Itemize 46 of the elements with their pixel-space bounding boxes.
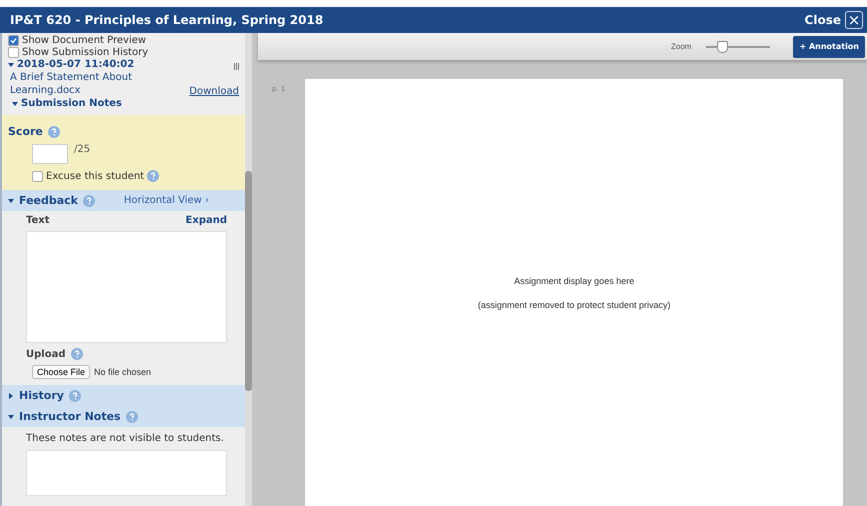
grip-icon <box>234 63 239 70</box>
caret-down-icon <box>8 414 14 420</box>
window-title: IP&T 620 - Principles of Learning, Spring 2018 <box>10 13 324 27</box>
upload-label: Upload <box>26 348 66 360</box>
expand-link[interactable]: Expand <box>186 215 227 226</box>
checkbox-label: Excuse this student <box>46 170 144 182</box>
close-button[interactable]: Close × <box>804 11 863 29</box>
close-icon: × <box>845 11 863 29</box>
notes-hint: These notes are not visible to students. <box>26 433 225 444</box>
checkbox-label: Show Document Preview <box>22 35 146 46</box>
help-icon[interactable] <box>48 126 60 138</box>
submission-date[interactable]: 2018-05-07 11:40:02 <box>17 59 134 70</box>
annotation-button[interactable]: + Annotation <box>793 36 865 58</box>
caret-right-icon <box>8 392 14 398</box>
help-icon[interactable] <box>68 390 81 402</box>
checkbox-label: Show Submission History <box>22 47 148 58</box>
file-name: A Brief Statement About Learning.docx <box>10 71 133 97</box>
instructor-notes-heading[interactable]: Instructor Notes <box>19 410 121 423</box>
notes-field[interactable] <box>26 450 227 496</box>
checkbox[interactable] <box>8 47 19 58</box>
score-total: /25 <box>74 144 90 155</box>
slider-thumb[interactable] <box>717 40 728 52</box>
feedback-heading[interactable]: Feedback <box>19 194 78 207</box>
text-label: Text <box>26 215 50 226</box>
help-icon[interactable] <box>126 410 138 422</box>
score-field[interactable] <box>32 144 68 164</box>
download-link[interactable]: Download <box>189 86 239 97</box>
score-heading: Score <box>8 125 43 138</box>
document-text: Assignment display goes here <box>514 276 634 286</box>
caret-down-icon <box>8 198 14 204</box>
scrollbar[interactable] <box>245 33 252 506</box>
caret-down-icon <box>12 100 18 106</box>
history-heading[interactable]: History <box>19 389 64 402</box>
submission-notes-toggle[interactable]: Submission Notes <box>21 98 122 109</box>
feedback-field[interactable] <box>26 231 227 343</box>
checkbox[interactable] <box>8 35 19 46</box>
file-status: No file chosen <box>94 367 152 377</box>
choose-file-button[interactable]: Choose File <box>32 365 90 379</box>
zoom-label: Zoom <box>671 42 692 51</box>
help-icon[interactable] <box>71 348 84 360</box>
horizontal-view-link[interactable]: Horizontal View › <box>124 195 209 206</box>
document-text: (assignment removed to protect student privacy) <box>478 300 670 310</box>
help-icon[interactable] <box>83 194 95 206</box>
caret-down-icon <box>8 62 14 68</box>
checkbox[interactable] <box>32 170 43 182</box>
help-icon[interactable] <box>147 170 160 182</box>
